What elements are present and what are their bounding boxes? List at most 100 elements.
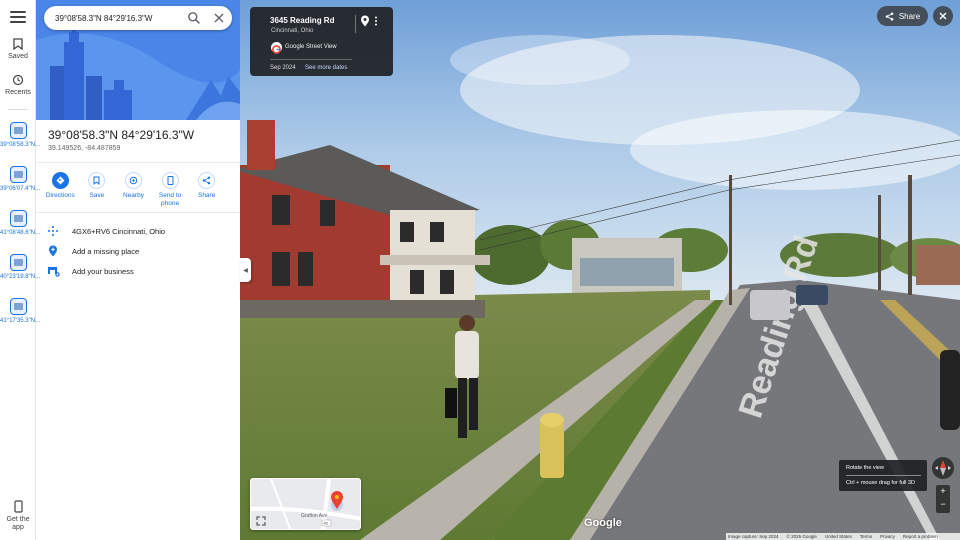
add-missing-place-text: Add a missing place (72, 246, 140, 256)
route-shield-label: 42 (324, 521, 329, 526)
send-to-phone-label: Send to phone (158, 192, 182, 207)
directions-button[interactable]: Directions (42, 172, 79, 208)
place-panel: 39°08'58.3"N 84°29'16.3"W 39.149526, -84… (36, 0, 240, 540)
recent-item[interactable]: 41°17'35.3"N... (0, 298, 41, 325)
place-coordinates: 39.149526, -84.487859 (48, 145, 121, 152)
street-view-source: Google Street View (285, 44, 337, 50)
card-divider (270, 59, 352, 60)
close-street-view-button[interactable] (933, 6, 953, 26)
share-button-label: Share (898, 11, 921, 21)
search-box (44, 6, 232, 30)
zoom-in-button[interactable]: + (936, 485, 950, 498)
share-label: Share (197, 192, 216, 199)
bookmark-icon (13, 38, 23, 50)
location-pin-icon[interactable] (360, 15, 370, 27)
saved-button[interactable]: Saved (0, 38, 36, 60)
recent-item-label: 40°23'19.8"N... (0, 274, 41, 280)
nearby-button[interactable]: Nearby (115, 172, 152, 208)
rail-divider (8, 109, 28, 110)
add-missing-place-row[interactable]: Add a missing place (46, 243, 236, 259)
left-rail: Saved Recents 39°08'58.3"N... 39°06'07.4… (0, 0, 41, 540)
tooltip-title: Rotate the view (846, 465, 884, 471)
google-street-view-logo-icon (271, 42, 282, 54)
tooltip-divider (846, 475, 921, 476)
saved-label: Saved (8, 53, 28, 60)
see-more-dates-link[interactable]: See more dates (305, 65, 347, 71)
recent-item[interactable]: 40°23'19.8"N... (0, 254, 41, 281)
get-app-button[interactable]: Get the app (0, 500, 36, 532)
street-view-info-card: 3645 Reading Rd Cincinnati, Ohio Google … (250, 7, 393, 76)
country-link[interactable]: United States (825, 534, 852, 539)
send-to-phone-button[interactable]: Send to phone (152, 172, 189, 208)
compass-icon (935, 460, 951, 476)
plus-code-row[interactable]: 4GX6+RV6 Cincinnati, Ohio (46, 223, 236, 239)
street-view-address: 3645 Reading Rd (270, 16, 335, 25)
add-business-text: Add your business (72, 266, 134, 276)
more-options-icon[interactable] (374, 16, 378, 26)
share-icon (202, 176, 211, 185)
share-button[interactable]: Share (188, 172, 225, 208)
recent-item-label: 41°08'48.6"N... (0, 230, 41, 236)
recent-item[interactable]: 39°08'58.3"N... (0, 122, 41, 149)
report-problem-link[interactable]: Report a problem (903, 534, 938, 539)
add-location-icon (49, 245, 57, 257)
street-view-thumbnail-icon (9, 298, 27, 315)
plus-code-icon (48, 226, 58, 236)
rotate-view-tooltip: Rotate the view Ctrl + mouse drag for fu… (839, 460, 927, 491)
recent-item-label: 41°17'35.3"N... (0, 318, 41, 324)
panel-divider (36, 212, 240, 213)
street-view-canvas[interactable]: Reading Rd (240, 0, 960, 540)
search-icon[interactable] (187, 11, 201, 25)
directions-label: Directions (45, 192, 75, 199)
street-view-thumbnail-icon (9, 166, 27, 183)
send-to-phone-icon (167, 176, 174, 185)
street-view-city: Cincinnati, Ohio (271, 28, 314, 34)
mini-map-view: Grafton Ave 42 (251, 479, 360, 529)
chevron-left-icon: ◀ (243, 267, 248, 274)
save-label: Save (89, 192, 105, 199)
street-view-thumbnail-icon (9, 254, 27, 271)
privacy-link[interactable]: Privacy (880, 534, 895, 539)
map-footer: Image capture: Sep 2024 © 2025 Google Un… (726, 533, 960, 540)
collapse-panel-button[interactable]: ◀ (240, 258, 251, 282)
share-icon (885, 12, 894, 20)
copyright-text: © 2025 Google (786, 534, 817, 539)
plus-code-text: 4GX6+RV6 Cincinnati, Ohio (72, 226, 166, 236)
close-search-icon[interactable] (213, 12, 225, 24)
place-title: 39°08'58.3"N 84°29'16.3"W (48, 128, 195, 142)
compass-button[interactable] (932, 457, 954, 479)
zoom-out-button[interactable]: − (936, 498, 950, 511)
zoom-control: + − (936, 485, 950, 513)
street-view-thumbnail-icon (9, 210, 27, 227)
capture-date: Sep 2024 (270, 65, 296, 71)
action-bar: Directions Save Nearby Send to phone Sha… (42, 172, 234, 208)
image-capture-text: Image capture: Sep 2024 (728, 534, 779, 539)
menu-icon[interactable] (10, 11, 26, 25)
add-business-row[interactable]: Add your business (46, 263, 236, 279)
street-view-image: Reading Rd (240, 0, 960, 540)
fullscreen-icon[interactable] (256, 516, 266, 526)
nearby-label: Nearby (123, 192, 144, 199)
add-business-icon (47, 266, 60, 277)
terms-link[interactable]: Terms (860, 534, 872, 539)
recents-button[interactable]: Recents (0, 74, 36, 96)
recent-item[interactable]: 41°08'48.6"N... (0, 210, 41, 237)
save-button[interactable]: Save (79, 172, 116, 208)
street-view-share-button[interactable]: Share (877, 6, 928, 26)
bookmark-icon (93, 176, 100, 185)
google-watermark: Google (584, 517, 622, 529)
close-icon (939, 12, 947, 20)
recents-label: Recents (5, 89, 31, 96)
recent-item-label: 39°08'58.3"N... (0, 142, 41, 148)
tooltip-hint: Ctrl + mouse drag for full 3D (846, 480, 915, 486)
recent-item-label: 39°06'07.4"N... (0, 186, 41, 192)
nearby-search-icon (129, 176, 138, 185)
mini-map-street-label: Grafton Ave (301, 513, 328, 519)
search-input[interactable] (55, 10, 180, 26)
phone-icon (13, 500, 23, 513)
directions-icon (56, 176, 65, 185)
panel-divider (36, 162, 240, 163)
recent-item[interactable]: 39°06'07.4"N... (0, 166, 41, 193)
street-view-thumbnail-icon (9, 122, 27, 139)
mini-map[interactable]: Grafton Ave 42 (250, 478, 361, 530)
